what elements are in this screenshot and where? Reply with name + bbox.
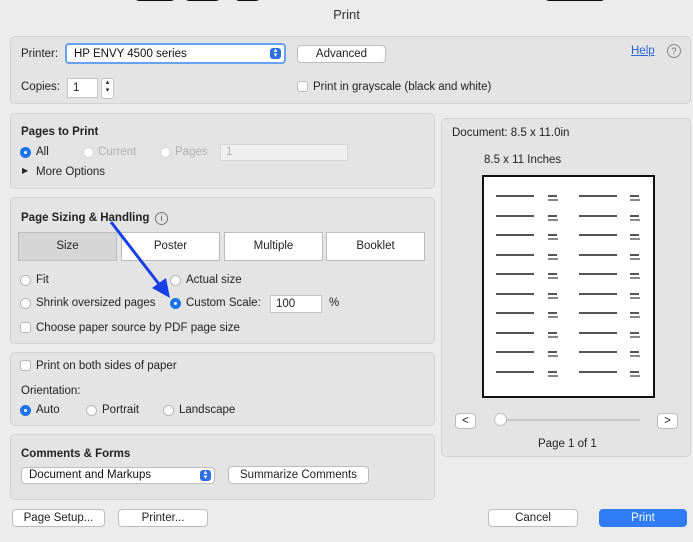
print-button[interactable]: Print <box>599 509 687 527</box>
chevron-updown-icon: ▴ ▾ <box>200 469 211 481</box>
page-thumbnail <box>488 181 649 392</box>
paper-size-label: 8.5 x 11 Inches <box>484 154 562 166</box>
thumbnail-text-row <box>496 351 646 359</box>
orientation-landscape-label: Landscape <box>179 404 236 416</box>
orientation-portrait-label: Portrait <box>102 404 140 416</box>
page-indicator: Page 1 of 1 <box>538 438 597 450</box>
page-setup-button[interactable]: Page Setup... <box>12 509 105 527</box>
thumbnail-text-row <box>496 292 646 301</box>
summarize-comments-button[interactable]: Summarize Comments <box>228 466 369 484</box>
thumbnail-text-row <box>496 370 646 379</box>
thumbnail-text-row <box>496 234 646 242</box>
duplex-checkbox[interactable] <box>20 360 31 371</box>
previous-page-button[interactable]: < <box>455 413 476 429</box>
document-size-label: Document: 8.5 x 11.0in <box>452 127 570 139</box>
comments-select[interactable]: Document and Markups ▴ ▾ <box>21 467 215 484</box>
orientation-landscape-radio[interactable] <box>163 405 174 416</box>
page-preview <box>482 175 655 398</box>
next-page-button[interactable]: > <box>657 413 678 429</box>
page-slider-track[interactable] <box>500 419 640 421</box>
thumbnail-text-row <box>496 331 646 340</box>
thumbnail-text-row <box>496 273 646 281</box>
orientation-portrait-radio[interactable] <box>86 405 97 416</box>
comments-heading: Comments & Forms <box>21 448 131 460</box>
orientation-label: Orientation: <box>21 385 81 397</box>
thumbnail-text-row <box>496 312 646 320</box>
thumbnail-text-row <box>496 195 646 203</box>
orientation-auto-label: Auto <box>36 404 60 416</box>
printer-button[interactable]: Printer... <box>118 509 208 527</box>
thumbnail-text-row <box>496 253 646 262</box>
duplex-label: Print on both sides of paper <box>36 360 177 372</box>
orientation-auto-radio[interactable] <box>20 405 31 416</box>
thumbnail-text-row <box>496 214 646 223</box>
comments-select-value: Document and Markups <box>29 469 152 481</box>
cancel-button[interactable]: Cancel <box>488 509 578 527</box>
page-slider-thumb[interactable] <box>494 413 507 426</box>
